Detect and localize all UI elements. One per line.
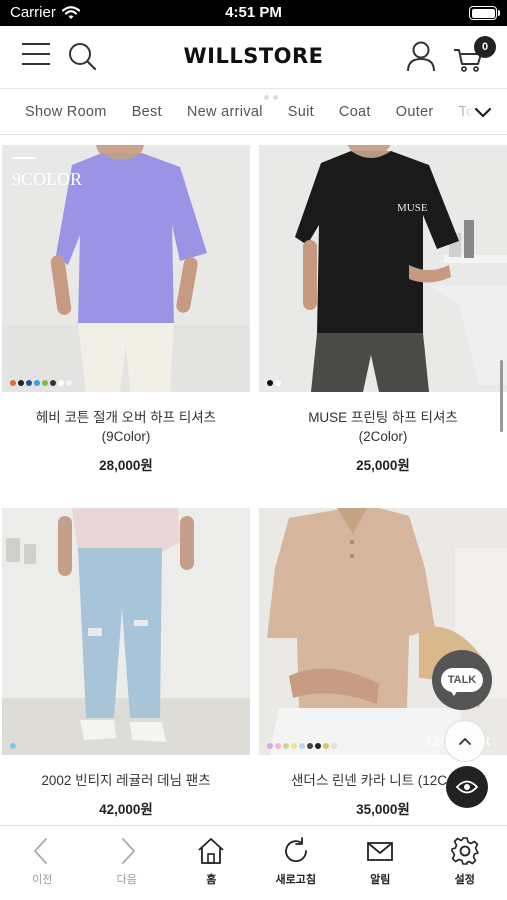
status-bar: Carrier 4:51 PM bbox=[0, 0, 507, 26]
page-indicator bbox=[264, 95, 278, 100]
chevron-right-icon bbox=[121, 838, 135, 864]
scrollbar[interactable] bbox=[500, 360, 503, 432]
color-swatch bbox=[307, 743, 313, 749]
product-name-line2: (2Color) bbox=[358, 429, 408, 444]
category-outer[interactable]: Outer bbox=[396, 104, 434, 120]
color-swatches bbox=[10, 380, 72, 386]
battery-icon bbox=[469, 6, 500, 20]
product-name[interactable]: MUSE 프린팅 하프 티셔츠 (2Color) bbox=[259, 408, 507, 446]
scroll-top-button[interactable] bbox=[444, 720, 486, 762]
color-swatch bbox=[34, 380, 40, 386]
home-icon bbox=[198, 838, 224, 864]
tab-settings-label: 설정 bbox=[454, 874, 475, 886]
product-price: 28,000원 bbox=[99, 458, 153, 473]
tab-refresh-label: 새로고침 bbox=[275, 874, 316, 886]
status-time: 4:51 PM bbox=[225, 4, 282, 21]
app-screen: Carrier 4:51 PM WILLSTORE 0 Show Room Be… bbox=[0, 0, 507, 900]
product-image[interactable] bbox=[2, 508, 250, 755]
color-swatch bbox=[18, 380, 24, 386]
refresh-icon bbox=[284, 837, 307, 863]
tab-home[interactable]: 홈 bbox=[169, 826, 254, 900]
product-image[interactable]: MUSE bbox=[259, 145, 507, 392]
category-new-arrival[interactable]: New arrival bbox=[187, 104, 263, 120]
color-swatch bbox=[42, 380, 48, 386]
app-header: WILLSTORE 0 bbox=[0, 26, 507, 88]
cart-count-badge: 0 bbox=[474, 36, 496, 58]
color-swatch bbox=[26, 380, 32, 386]
color-swatch bbox=[283, 743, 289, 749]
color-swatch bbox=[299, 743, 305, 749]
tab-back-label: 이전 bbox=[32, 874, 53, 886]
product-name-line1: 2002 빈티지 레귤러 데님 팬츠 bbox=[41, 773, 211, 788]
tab-back[interactable]: 이전 bbox=[0, 826, 85, 900]
product-name[interactable]: 헤비 코튼 절개 오버 하프 티셔츠 (9Color) bbox=[2, 408, 250, 446]
color-swatch bbox=[50, 380, 56, 386]
color-swatch bbox=[275, 380, 281, 386]
product-overlay-text: 9COLOR bbox=[12, 169, 82, 189]
color-swatch bbox=[10, 743, 16, 749]
color-swatch bbox=[267, 380, 273, 386]
color-swatch bbox=[331, 743, 337, 749]
color-swatches bbox=[267, 743, 337, 749]
product-card[interactable]: 9COLOR 헤비 코튼 절개 오버 하프 티셔츠 (9Color) 28,00… bbox=[2, 145, 250, 474]
category-suit[interactable]: Suit bbox=[288, 104, 314, 120]
mail-icon bbox=[367, 842, 394, 861]
product-card[interactable]: 2002 빈티지 레귤러 데님 팬츠 42,000원 bbox=[2, 508, 250, 818]
color-swatch bbox=[323, 743, 329, 749]
product-image[interactable]: 12COLOR bbox=[259, 508, 507, 755]
talk-chat-button[interactable]: TALK bbox=[432, 650, 492, 710]
color-swatch bbox=[315, 743, 321, 749]
talk-label: TALK bbox=[440, 668, 484, 696]
recent-view-button[interactable] bbox=[446, 766, 488, 808]
tab-refresh[interactable]: 새로고침 bbox=[254, 826, 339, 900]
gear-icon bbox=[450, 837, 479, 865]
tab-forward[interactable]: 다음 bbox=[85, 826, 170, 900]
product-name-line1: 헤비 코튼 절개 오버 하프 티셔츠 bbox=[35, 410, 217, 425]
product-name-line1: MUSE 프린팅 하프 티셔츠 bbox=[308, 410, 458, 425]
chevron-up-icon bbox=[459, 737, 471, 745]
category-coat[interactable]: Coat bbox=[339, 104, 371, 120]
category-nav: Show Room Best New arrival Suit Coat Out… bbox=[0, 88, 507, 135]
category-best[interactable]: Best bbox=[132, 104, 162, 120]
tab-home-label: 홈 bbox=[206, 874, 217, 886]
product-image[interactable]: 9COLOR bbox=[2, 145, 250, 392]
product-name-line2: (9Color) bbox=[101, 429, 151, 444]
product-price: 25,000원 bbox=[356, 458, 410, 473]
tab-forward-label: 다음 bbox=[116, 874, 137, 886]
chevron-left-icon bbox=[34, 838, 48, 864]
color-swatch bbox=[267, 743, 273, 749]
product-name[interactable]: 2002 빈티지 레귤러 데님 팬츠 bbox=[2, 771, 250, 790]
color-swatch bbox=[66, 380, 72, 386]
color-swatches bbox=[267, 380, 281, 386]
bottom-tab-bar: 이전 다음 홈 새로고침 알림 설정 bbox=[0, 825, 507, 900]
color-swatch bbox=[291, 743, 297, 749]
color-swatches bbox=[10, 743, 16, 749]
tab-notifications[interactable]: 알림 bbox=[338, 826, 423, 900]
color-swatch bbox=[275, 743, 281, 749]
user-icon[interactable] bbox=[406, 40, 436, 72]
product-overlay-text: MUSE bbox=[397, 202, 428, 214]
tab-settings[interactable]: 설정 bbox=[423, 826, 507, 900]
category-list: Show Room Best New arrival Suit Coat Out… bbox=[25, 89, 499, 134]
product-card[interactable]: MUSE MUSE 프린팅 하프 티셔츠 (2Color) 25,000원 bbox=[259, 145, 507, 474]
tab-notifications-label: 알림 bbox=[370, 874, 391, 886]
color-swatch bbox=[10, 380, 16, 386]
product-price: 42,000원 bbox=[99, 802, 153, 817]
color-swatch bbox=[58, 380, 64, 386]
eye-icon bbox=[456, 780, 478, 794]
chevron-down-icon[interactable] bbox=[473, 102, 493, 122]
category-show-room[interactable]: Show Room bbox=[25, 104, 107, 120]
